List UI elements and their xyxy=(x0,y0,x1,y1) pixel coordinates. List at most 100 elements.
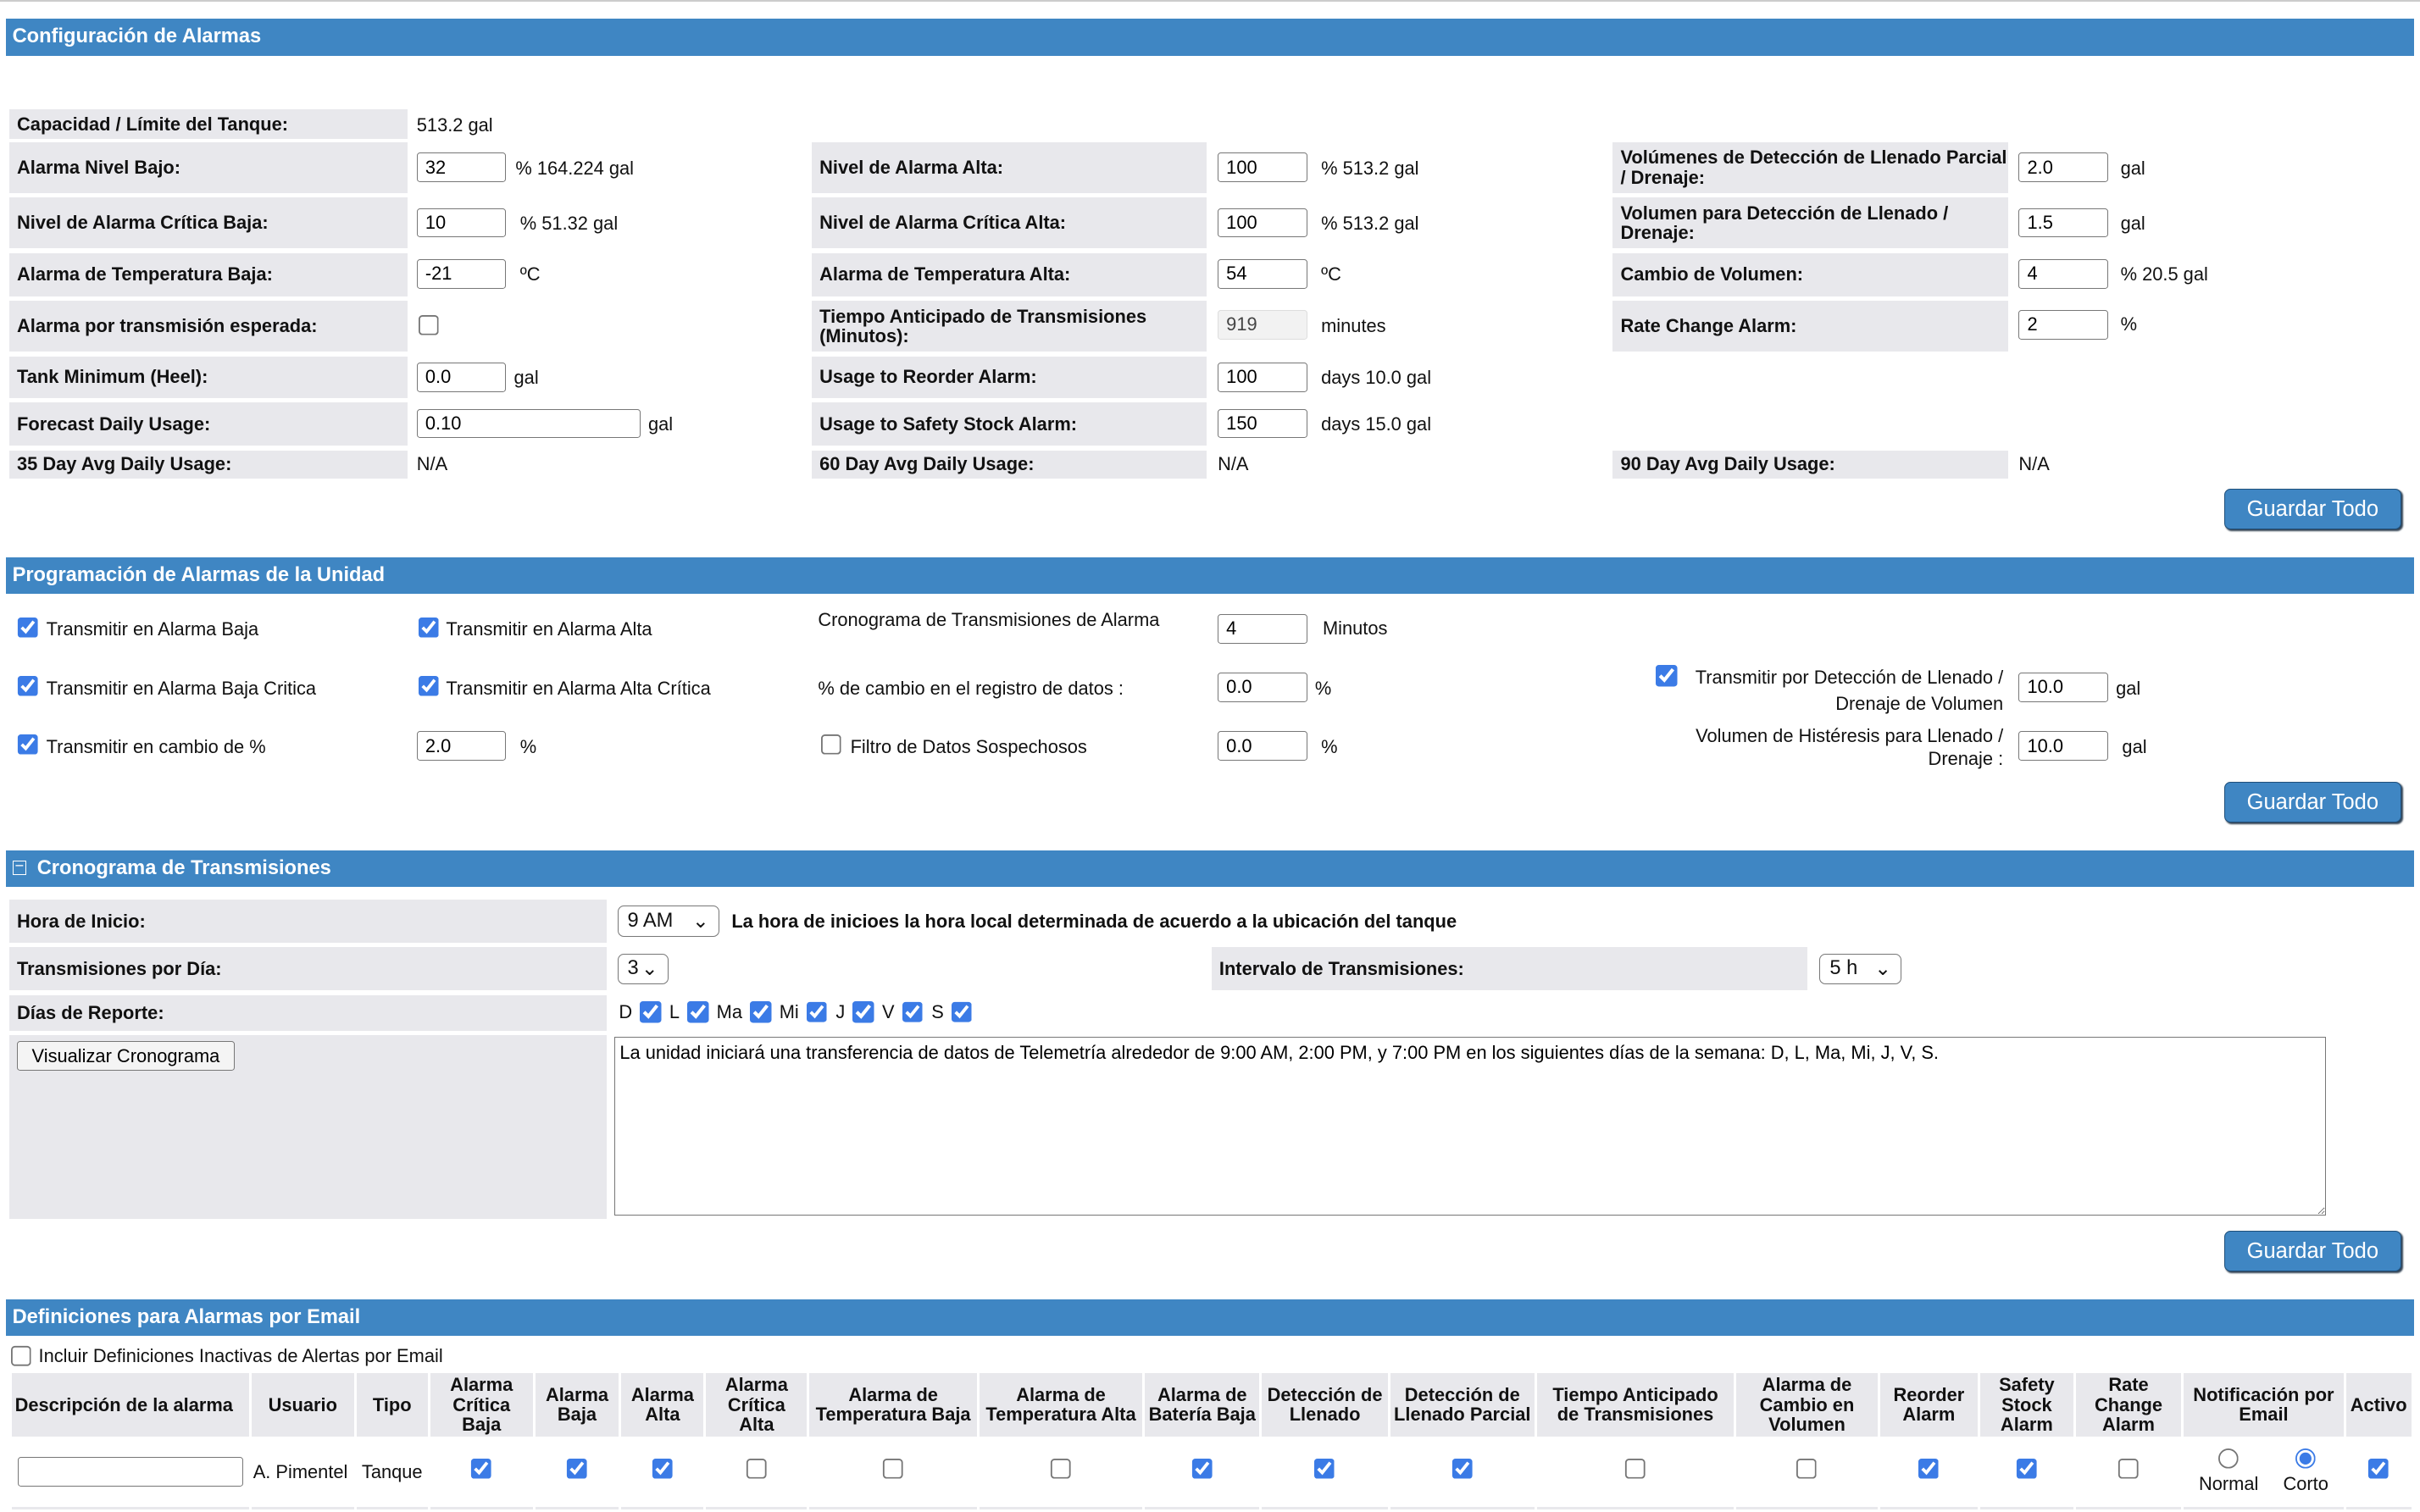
hysteresis-input[interactable] xyxy=(2018,731,2109,761)
partial-fill-input[interactable] xyxy=(2018,152,2109,182)
tx-high-checkbox[interactable] xyxy=(418,617,441,640)
notify-option-label: Normal xyxy=(2198,1473,2259,1495)
check-cell xyxy=(1262,1437,1388,1510)
pct-change-log-input[interactable] xyxy=(1218,673,1307,702)
day-checkbox[interactable] xyxy=(852,1001,874,1023)
alarm-checkbox[interactable] xyxy=(1796,1458,1818,1481)
save-all-button-schedule[interactable]: Guardar Todo xyxy=(2223,1231,2402,1271)
notify-option[interactable]: Corto xyxy=(2283,1448,2328,1495)
alarm-checkbox[interactable] xyxy=(1451,1458,1474,1481)
suspicious-checkbox[interactable] xyxy=(820,734,843,756)
alarm-checkbox[interactable] xyxy=(1191,1458,1213,1481)
forecast-input[interactable] xyxy=(416,408,641,439)
save-all-button-alarms[interactable]: Guardar Todo xyxy=(2223,489,2402,529)
tx-low-checkbox[interactable] xyxy=(17,617,39,640)
low-alarm-input[interactable] xyxy=(416,152,507,182)
fill-drain-input[interactable] xyxy=(2018,208,2109,238)
tx-fill-input[interactable] xyxy=(2018,673,2109,702)
tx-pct-input[interactable] xyxy=(416,731,507,761)
reorder-input[interactable] xyxy=(1218,363,1307,392)
tx-crit-high-checkbox[interactable] xyxy=(418,675,441,698)
column-header: Alarma de Batería Baja xyxy=(1145,1373,1260,1437)
day-checkbox[interactable] xyxy=(687,1001,709,1023)
active-checkbox[interactable] xyxy=(2367,1458,2389,1481)
day-checkbox[interactable] xyxy=(640,1001,662,1023)
alarm-checkbox[interactable] xyxy=(566,1458,588,1481)
tx-fill-checkbox[interactable] xyxy=(1656,665,1678,687)
collapse-icon[interactable]: − xyxy=(12,858,26,875)
temp-low-input[interactable] xyxy=(416,258,507,289)
alarm-checkbox[interactable] xyxy=(470,1458,492,1481)
alarm-tx-schedule-input[interactable] xyxy=(1218,613,1307,644)
alarm-checkbox[interactable] xyxy=(882,1458,904,1481)
high-alarm-suffix: % 513.2 gal xyxy=(1321,157,1419,179)
save-all-button-unit[interactable]: Guardar Todo xyxy=(2223,782,2402,822)
low-alarm-suffix: % 164.224 gal xyxy=(515,157,635,179)
column-header: Detección de Llenado xyxy=(1262,1373,1388,1437)
crit-high-input[interactable] xyxy=(1218,208,1307,238)
day-label: L xyxy=(669,1001,680,1023)
temp-high-input[interactable] xyxy=(1218,258,1307,289)
alarm-checkbox[interactable] xyxy=(1624,1458,1646,1481)
tx-pct-suffix: % xyxy=(519,735,537,757)
view-schedule-button[interactable]: Visualizar Cronograma xyxy=(17,1041,235,1072)
notification-cell: Normal Corto xyxy=(2184,1437,2344,1510)
alarm-checkbox[interactable] xyxy=(746,1458,768,1481)
vol-change-input[interactable] xyxy=(2018,258,2109,289)
tx-low-label: Transmitir en Alarma Baja xyxy=(46,618,259,640)
alarm-checkbox[interactable] xyxy=(1313,1458,1336,1481)
temp-low-label: Alarma de Temperatura Baja: xyxy=(8,252,408,296)
day-checkbox[interactable] xyxy=(951,1001,974,1023)
expected-tx-checkbox[interactable] xyxy=(418,314,441,337)
temp-low-suffix: ºC xyxy=(519,263,541,285)
description-input[interactable] xyxy=(17,1457,243,1487)
tx-crit-low-checkbox[interactable] xyxy=(17,675,39,698)
crit-low-input[interactable] xyxy=(416,208,507,238)
day-label: D xyxy=(619,1001,633,1023)
interval-select[interactable]: 5 h ⌄ xyxy=(1819,953,1901,985)
alarm-checkbox[interactable] xyxy=(2118,1458,2140,1481)
safety-input[interactable] xyxy=(1218,408,1307,439)
tx-lead-input xyxy=(1218,310,1307,340)
notify-radio[interactable] xyxy=(2295,1448,2317,1469)
suspicious-input[interactable] xyxy=(1218,731,1307,761)
notify-option[interactable]: Normal xyxy=(2199,1448,2258,1495)
tx-fill-suffix: gal xyxy=(2116,677,2141,699)
schedule-summary-textarea[interactable]: La unidad iniciará una transferencia de … xyxy=(613,1036,2326,1216)
notify-option-label: Corto xyxy=(2283,1473,2328,1495)
include-inactive-checkbox[interactable] xyxy=(10,1345,33,1367)
start-label: Hora de Inicio: xyxy=(8,899,607,943)
tank-min-label: Tank Minimum (Heel): xyxy=(8,356,408,398)
interval-value: 5 h xyxy=(1829,957,1858,980)
tx-pct-checkbox[interactable] xyxy=(17,734,39,756)
start-select[interactable]: 9 AM ⌄ xyxy=(617,906,719,937)
temp-high-suffix: ºC xyxy=(1321,263,1341,285)
fill-drain-label: Volumen para Detección de Llenado / Dren… xyxy=(1612,197,2008,249)
section-header-email: Definiciones para Alarmas por Email xyxy=(6,1299,2414,1337)
column-header: Activo xyxy=(2345,1373,2412,1437)
high-alarm-input[interactable] xyxy=(1218,152,1307,182)
day-label: Mi xyxy=(779,1001,799,1023)
day-checkbox[interactable] xyxy=(902,1001,924,1023)
alarm-checkbox[interactable] xyxy=(652,1458,674,1481)
reorder-suffix: days 10.0 gal xyxy=(1321,367,1432,389)
alarm-checkbox[interactable] xyxy=(1050,1458,1072,1481)
alarm-checkbox[interactable] xyxy=(2016,1458,2038,1481)
tx-fill-label-1: Transmitir por Detección de Llenado / xyxy=(1695,666,2004,688)
column-header: Notificación por Email xyxy=(2184,1373,2344,1437)
section-header-alarm-config: Configuración de Alarmas xyxy=(6,18,2414,56)
column-header: Rate Change Alarm xyxy=(2075,1373,2182,1437)
suspicious-label: Filtro de Datos Sospechosos xyxy=(850,735,1087,757)
tx-lead-label: Tiempo Anticipado de Transmisiones (Minu… xyxy=(812,301,1207,352)
tank-min-input[interactable] xyxy=(416,363,507,392)
day-label: J xyxy=(835,1001,846,1023)
column-header: Alarma de Temperatura Baja xyxy=(809,1373,977,1437)
notify-radio[interactable] xyxy=(2218,1448,2239,1469)
day-checkbox[interactable] xyxy=(806,1001,829,1023)
check-cell xyxy=(1145,1437,1260,1510)
check-cell xyxy=(1879,1437,1978,1510)
day-checkbox[interactable] xyxy=(750,1001,772,1023)
alarm-checkbox[interactable] xyxy=(1918,1458,1940,1481)
per-day-select[interactable]: 3 ⌄ xyxy=(617,953,669,985)
rate-change-input[interactable] xyxy=(2018,310,2109,340)
